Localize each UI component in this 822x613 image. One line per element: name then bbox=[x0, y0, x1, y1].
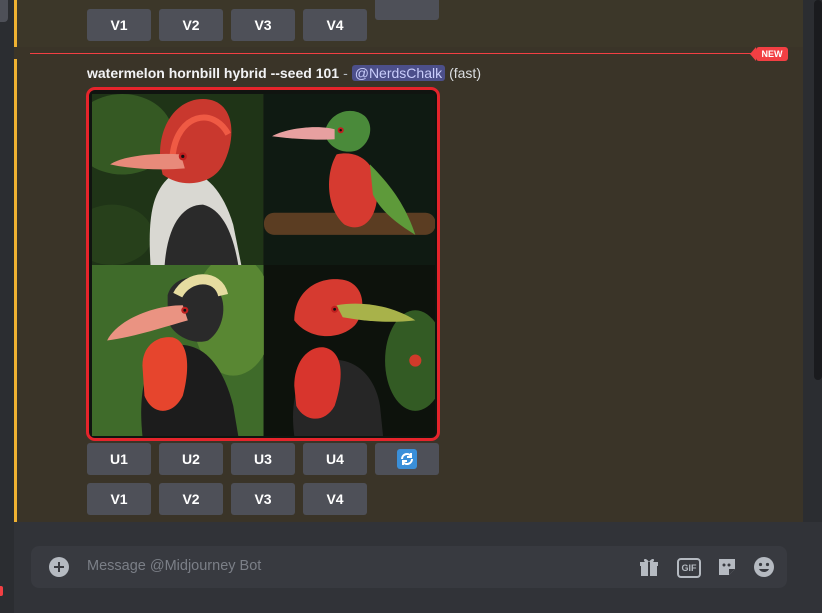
variation-v3-button[interactable]: V3 bbox=[231, 483, 295, 515]
speed-label: (fast) bbox=[449, 65, 481, 81]
add-circle-icon[interactable] bbox=[49, 557, 69, 577]
prev-v1-button[interactable]: V1 bbox=[87, 9, 151, 41]
mention-highlight-bar bbox=[14, 0, 17, 47]
message-content: watermelon hornbill hybrid --seed 101 - … bbox=[87, 62, 481, 84]
chat-scrollbar[interactable] bbox=[803, 0, 822, 522]
variation-v2-button[interactable]: V2 bbox=[159, 483, 223, 515]
variation-v1-button[interactable]: V1 bbox=[87, 483, 151, 515]
sticker-icon[interactable] bbox=[716, 556, 738, 578]
prev-v2-button[interactable]: V2 bbox=[159, 9, 223, 41]
image-tile-3 bbox=[92, 265, 264, 436]
server-pill bbox=[0, 0, 8, 22]
gift-icon[interactable] bbox=[638, 556, 660, 578]
new-badge: NEW bbox=[750, 47, 788, 61]
image-tile-1 bbox=[92, 94, 264, 265]
emoji-icon[interactable] bbox=[753, 556, 775, 578]
user-mention[interactable]: @NerdsChalk bbox=[351, 65, 446, 81]
scrollbar-thumb[interactable] bbox=[814, 0, 822, 380]
image-tile-4 bbox=[263, 265, 435, 436]
upscale-u3-button[interactable]: U3 bbox=[231, 443, 295, 475]
prev-refresh-button[interactable] bbox=[375, 0, 439, 20]
refresh-arrows-icon bbox=[397, 449, 417, 469]
notification-indicator bbox=[0, 586, 3, 596]
gif-icon[interactable]: GIF bbox=[677, 558, 701, 578]
upscale-u1-button[interactable]: U1 bbox=[87, 443, 151, 475]
prompt-text: watermelon hornbill hybrid --seed 101 bbox=[87, 65, 340, 81]
separator: - bbox=[343, 65, 348, 81]
prev-v4-button[interactable]: V4 bbox=[303, 9, 367, 41]
image-attachment[interactable] bbox=[86, 87, 440, 441]
new-messages-divider bbox=[30, 53, 760, 54]
reroll-button[interactable] bbox=[375, 443, 439, 475]
upscale-u2-button[interactable]: U2 bbox=[159, 443, 223, 475]
server-list-edge bbox=[0, 0, 14, 613]
upscale-u4-button[interactable]: U4 bbox=[303, 443, 367, 475]
image-tile-2 bbox=[263, 94, 435, 265]
prev-v3-button[interactable]: V3 bbox=[231, 9, 295, 41]
mention-highlight-bar bbox=[14, 59, 17, 522]
message-input-placeholder[interactable]: Message @Midjourney Bot bbox=[87, 558, 261, 574]
variation-v4-button[interactable]: V4 bbox=[303, 483, 367, 515]
